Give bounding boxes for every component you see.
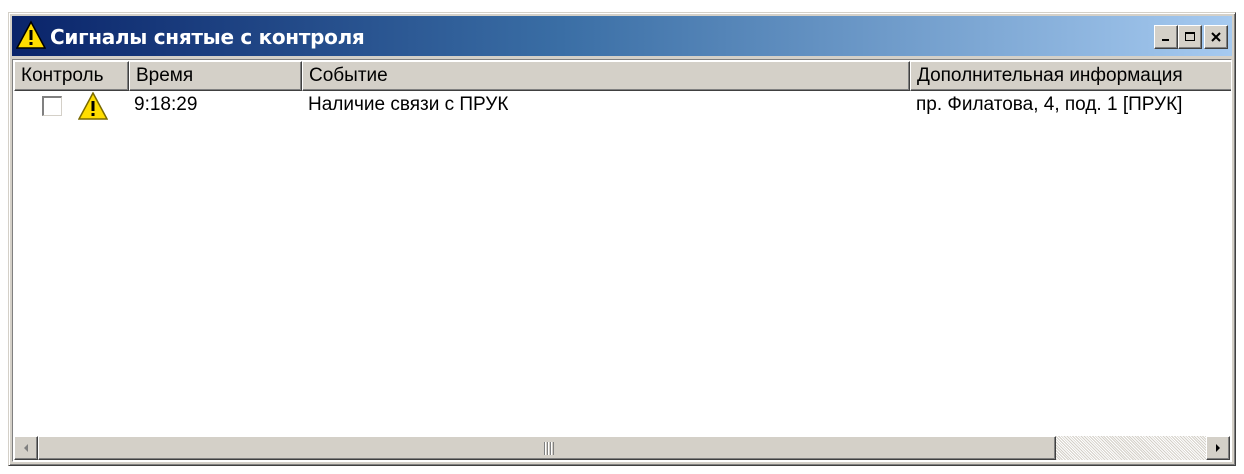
column-header-event[interactable]: Событие bbox=[302, 61, 910, 91]
grip-icon bbox=[544, 442, 554, 455]
arrow-left-icon bbox=[24, 444, 28, 452]
arrow-right-icon bbox=[1216, 444, 1220, 452]
scrollbar-thumb[interactable] bbox=[38, 436, 1056, 460]
row-event: Наличие связи с ПРУК bbox=[308, 94, 509, 115]
horizontal-scrollbar[interactable] bbox=[14, 436, 1230, 460]
signals-window: Сигналы снятые с контроля Контроль Время… bbox=[8, 12, 1236, 466]
scroll-right-button[interactable] bbox=[1206, 436, 1230, 460]
minimize-button[interactable] bbox=[1154, 25, 1178, 49]
row-info: пр. Филатова, 4, под. 1 [ПРУК] bbox=[916, 94, 1183, 115]
row-time: 9:18:29 bbox=[134, 94, 198, 115]
warning-triangle-icon bbox=[16, 20, 46, 49]
maximize-icon bbox=[1185, 32, 1195, 41]
title-bar[interactable]: Сигналы снятые с контроля bbox=[12, 16, 1232, 56]
column-header-time[interactable]: Время bbox=[129, 61, 302, 91]
minimize-icon bbox=[1162, 39, 1169, 41]
scroll-left-button[interactable] bbox=[14, 436, 38, 460]
control-checkbox[interactable] bbox=[42, 96, 62, 116]
window-title: Сигналы снятые с контроля bbox=[50, 25, 365, 49]
maximize-button[interactable] bbox=[1178, 25, 1202, 49]
warning-triangle-icon bbox=[78, 92, 108, 120]
close-button[interactable] bbox=[1204, 25, 1228, 49]
table-row[interactable]: 9:18:29 Наличие связи с ПРУК пр. Филатов… bbox=[14, 92, 1231, 120]
signals-list[interactable]: Контроль Время Событие Дополнительная ин… bbox=[12, 59, 1232, 462]
close-icon bbox=[1211, 32, 1221, 42]
table-header: Контроль Время Событие Дополнительная ин… bbox=[14, 61, 1231, 91]
column-header-control[interactable]: Контроль bbox=[14, 61, 129, 91]
column-header-info[interactable]: Дополнительная информация bbox=[910, 61, 1231, 91]
